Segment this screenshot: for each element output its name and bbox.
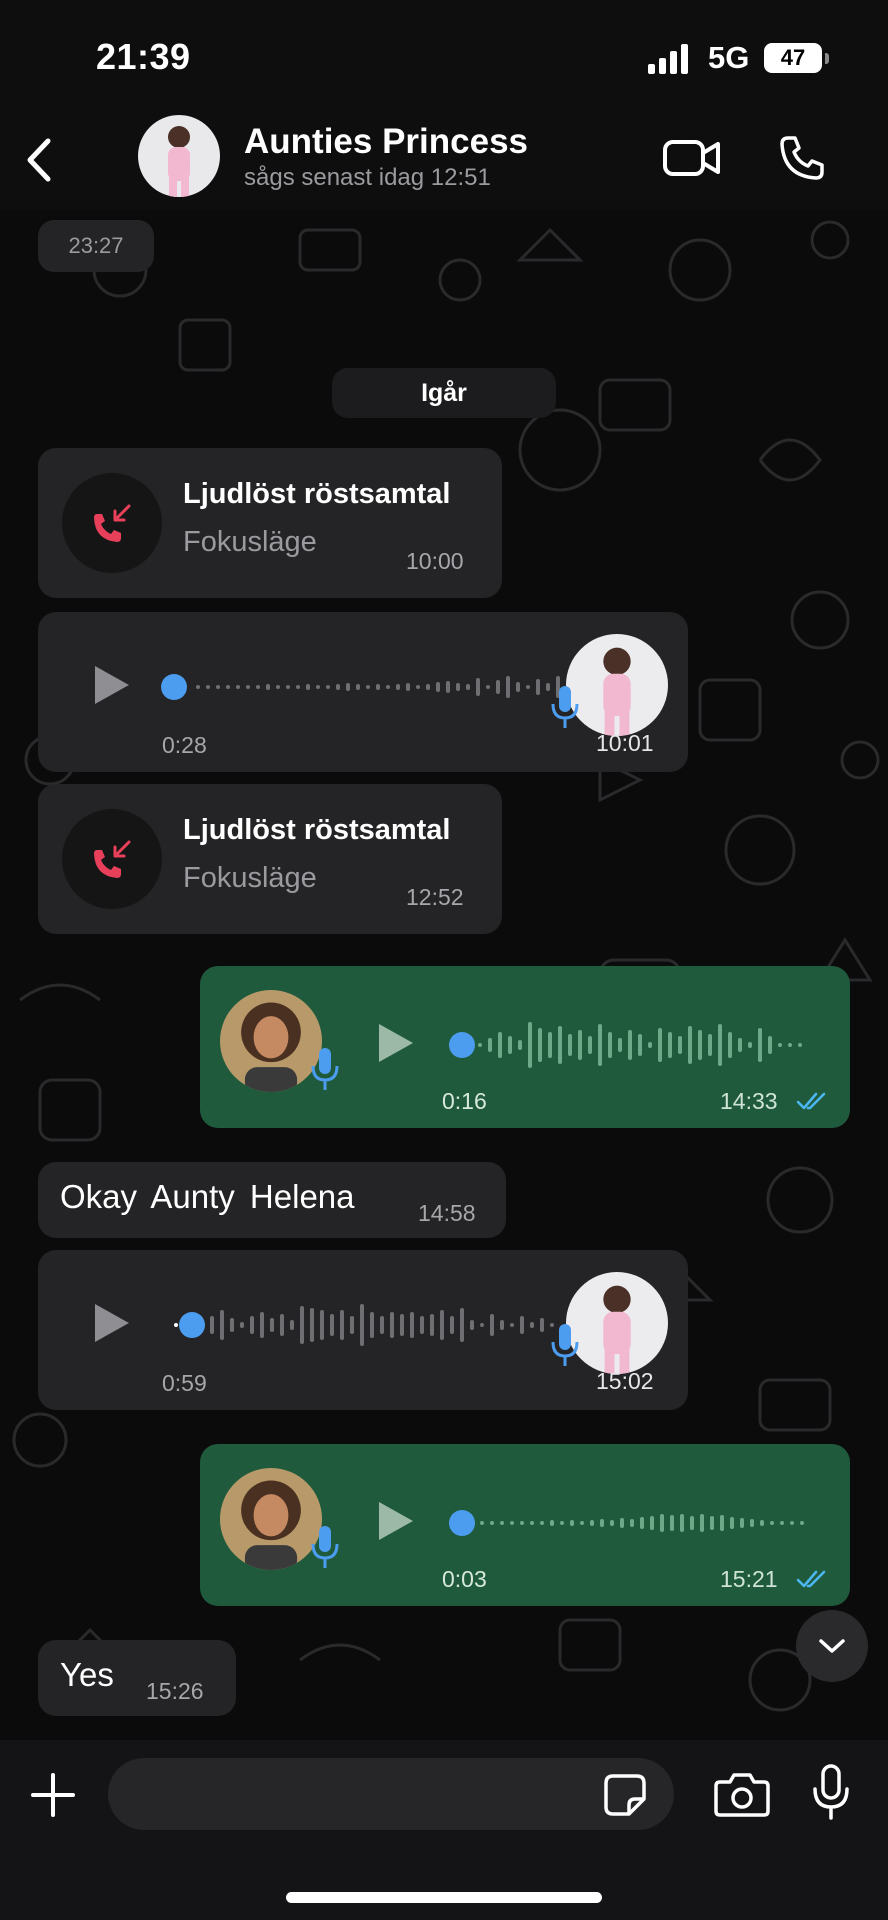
- back-button[interactable]: [14, 130, 64, 190]
- play-button[interactable]: [370, 1496, 420, 1546]
- sender-avatar: [566, 1272, 668, 1374]
- call-title: Ljudlöst röstsamtal: [183, 478, 451, 510]
- message-time: 10:00: [406, 548, 464, 574]
- call-message[interactable]: Ljudlöst röstsamtal Fokusläge 12:52: [38, 784, 502, 934]
- message-time: 12:52: [406, 884, 464, 910]
- message-time: 15:26: [146, 1678, 204, 1704]
- missed-call-icon: [94, 840, 131, 878]
- voice-record-button[interactable]: [806, 1760, 856, 1824]
- message-time: 15:02: [596, 1368, 654, 1394]
- child-avatar-image: [566, 1272, 668, 1374]
- voice-call-button[interactable]: [774, 130, 830, 186]
- contact-avatar[interactable]: [138, 115, 220, 197]
- voice-duration: 0:59: [162, 1370, 207, 1396]
- my-avatar: [220, 1468, 322, 1570]
- my-avatar: [220, 990, 322, 1092]
- message-time: 14:58: [418, 1200, 476, 1226]
- sticker-icon: [604, 1774, 646, 1816]
- plus-icon: [31, 1773, 75, 1817]
- contact-name[interactable]: Aunties Princess: [244, 122, 528, 162]
- voice-duration: 0:16: [442, 1088, 487, 1114]
- phone-icon: [780, 136, 824, 180]
- voice-waveform: [174, 1304, 554, 1346]
- microphone-icon: [813, 1764, 849, 1820]
- chevron-down-icon: [819, 1639, 845, 1653]
- call-subtitle: Fokusläge: [183, 862, 317, 894]
- play-icon: [95, 666, 129, 704]
- battery-icon: 47: [764, 43, 822, 73]
- microphone-icon: [311, 1526, 339, 1568]
- voice-message[interactable]: 0:59 15:02: [38, 1250, 688, 1410]
- sticker-button[interactable]: [600, 1770, 650, 1820]
- missed-call-icon: [94, 504, 131, 542]
- call-title: Ljudlöst röstsamtal: [183, 814, 451, 846]
- last-seen-status: sågs senast idag 12:51: [244, 164, 491, 191]
- voice-waveform: [449, 1022, 802, 1068]
- voice-duration: 0:03: [442, 1566, 487, 1592]
- message-composer: [0, 1740, 888, 1920]
- time-separator: 23:27: [38, 220, 154, 272]
- double-check-icon: [796, 1092, 826, 1110]
- message-text: Okay Aunty Helena: [60, 1178, 355, 1215]
- text-message[interactable]: Okay Aunty Helena 14:58: [38, 1162, 506, 1238]
- message-time: 15:21: [720, 1566, 778, 1592]
- play-icon: [379, 1502, 413, 1540]
- play-icon: [95, 1304, 129, 1342]
- voice-waveform: [161, 674, 560, 700]
- woman-avatar-image: [220, 1468, 322, 1570]
- voice-message[interactable]: 0:03 15:21: [200, 1444, 850, 1606]
- play-icon: [379, 1024, 413, 1062]
- child-avatar-image: [138, 115, 220, 197]
- message-time: 10:01: [596, 730, 654, 756]
- missed-call-badge: [62, 473, 162, 573]
- voice-waveform: [449, 1510, 804, 1536]
- child-avatar-image: [566, 634, 668, 736]
- network-type: 5G: [708, 40, 750, 75]
- status-time: 21:39: [96, 36, 191, 77]
- voice-message[interactable]: 0:28 10:01: [38, 612, 688, 772]
- missed-call-badge: [62, 809, 162, 909]
- sender-avatar: [566, 634, 668, 736]
- attach-button[interactable]: [24, 1766, 82, 1824]
- text-message[interactable]: Yes 15:26: [38, 1640, 236, 1716]
- message-text: Yes: [60, 1656, 114, 1693]
- voice-message[interactable]: 0:16 14:33: [200, 966, 850, 1128]
- double-check-icon: [796, 1570, 826, 1588]
- microphone-icon: [551, 1324, 579, 1366]
- chat-header: Aunties Princess sågs senast idag 12:51: [0, 110, 888, 210]
- home-indicator[interactable]: [286, 1892, 602, 1903]
- video-call-button[interactable]: [660, 134, 724, 182]
- date-separator: Igår: [332, 368, 556, 418]
- woman-avatar-image: [220, 990, 322, 1092]
- call-subtitle: Fokusläge: [183, 526, 317, 558]
- chat-screen: 21:39 5G 47 Aunties Princess sågs senast…: [0, 0, 888, 1920]
- signal-icon: [648, 44, 688, 74]
- call-message[interactable]: Ljudlöst röstsamtal Fokusläge 10:00: [38, 448, 502, 598]
- status-bar: 21:39 5G 47: [0, 0, 888, 110]
- play-button[interactable]: [86, 660, 136, 710]
- video-camera-icon: [663, 140, 720, 176]
- message-time: 14:33: [720, 1088, 778, 1114]
- microphone-icon: [551, 686, 579, 728]
- voice-duration: 0:28: [162, 732, 207, 758]
- message-input[interactable]: [108, 1758, 674, 1830]
- chevron-left-icon: [27, 138, 51, 182]
- camera-icon: [714, 1773, 770, 1817]
- camera-button[interactable]: [712, 1766, 772, 1822]
- play-button[interactable]: [86, 1298, 136, 1348]
- scroll-to-bottom-button[interactable]: [796, 1610, 868, 1682]
- play-button[interactable]: [370, 1018, 420, 1068]
- microphone-icon: [311, 1048, 339, 1090]
- battery-cap: [825, 53, 829, 64]
